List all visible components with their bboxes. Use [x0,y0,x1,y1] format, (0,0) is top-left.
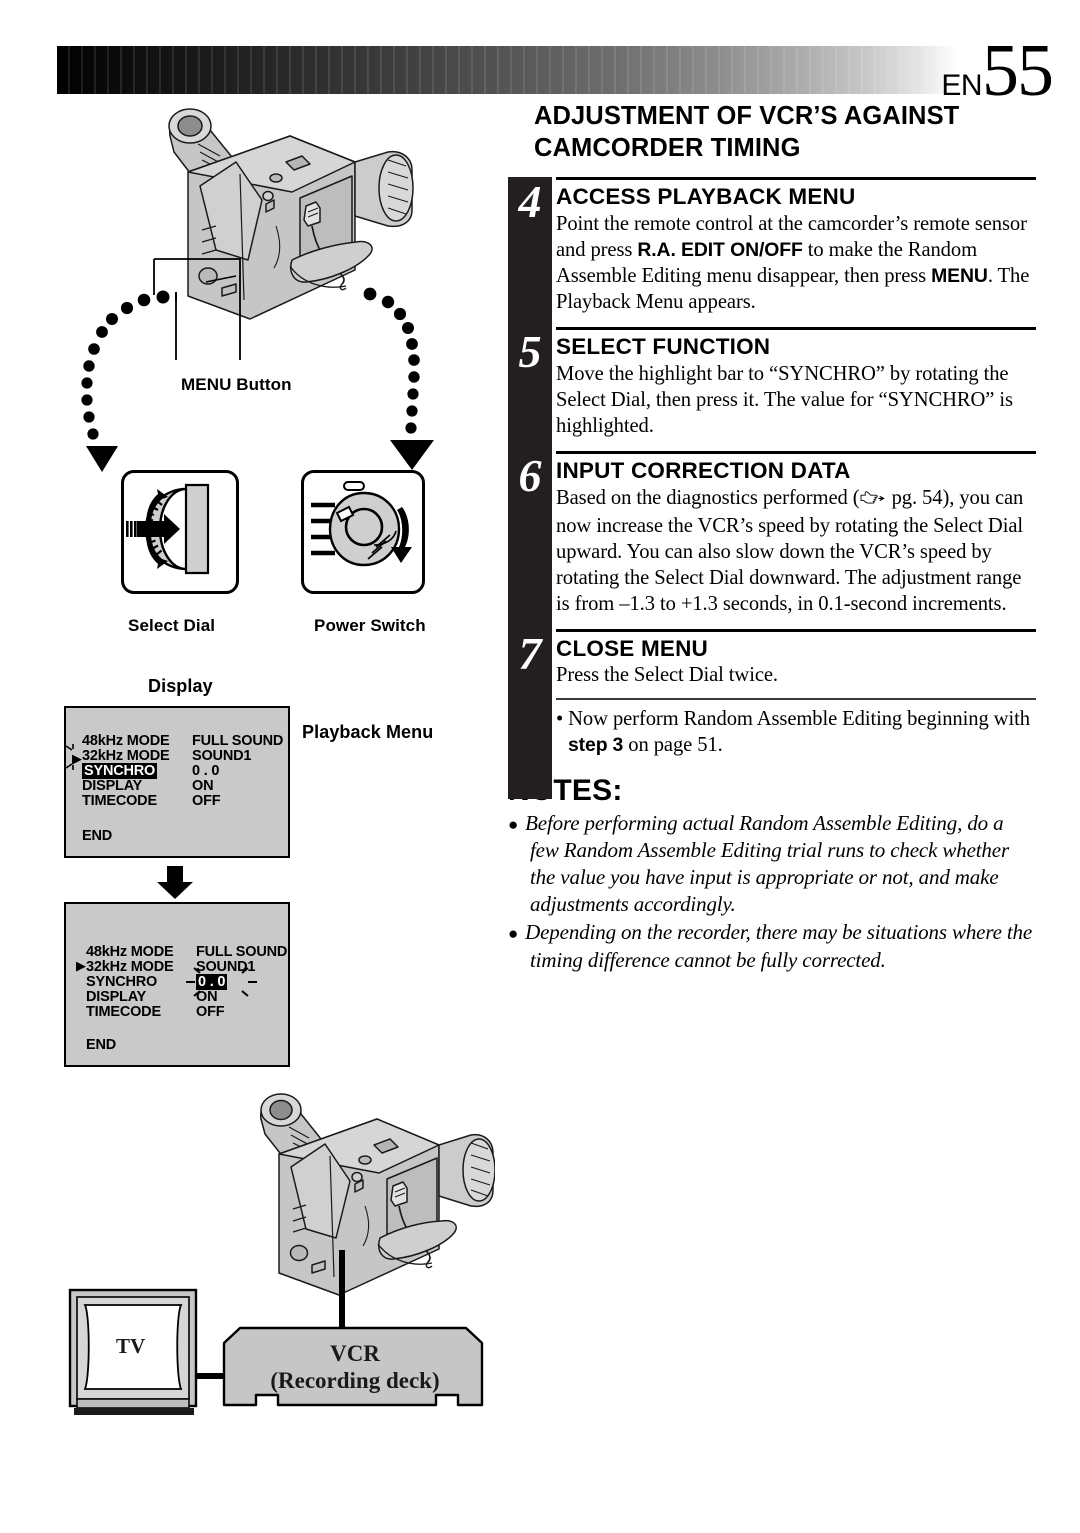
step-followup: • Now perform Random Assemble Editing be… [556,698,1036,758]
menu-end-label: END [86,1037,117,1053]
menu-row-label: TIMECODE [82,793,157,809]
vcr-label-line2: (Recording deck) [270,1367,440,1393]
select-dial-icon [126,483,210,575]
followup-text-3: on page 51. [623,734,723,757]
step-7-body: Press the Select Dial twice. [556,664,778,687]
bullet-dot-icon: ● [508,815,519,835]
note-item: ● Depending on the recorder, there may be… [508,919,1036,973]
followup-bullet: • Now perform Random Assemble Editing be… [556,706,1036,758]
step-7-heading: CLOSE MENU [556,635,709,661]
menu-row-label: 32kHz MODE [86,959,174,975]
dotted-flow-arcs [81,287,434,472]
select-dial-iconbox [121,470,239,594]
menu-row-label: 32kHz MODE [82,748,170,764]
step-5: 5 SELECT FUNCTION Move the highlight bar… [519,327,1036,439]
step-6-body: Based on the diagnostics performed ( pg.… [556,485,1036,617]
playback-menu-screen-2: ▶ 48kHz MODE FULL SOUND 32kHz MODE SOUND… [64,902,290,1067]
playback-menu-label: Playback Menu [302,722,434,742]
step-4: 4 ACCESS PLAYBACK MENU Point the remote … [519,177,1036,315]
step-4-number: 4 [518,176,542,228]
note-text: Before performing actual Random Assemble… [525,811,1009,917]
menu-end-label: END [82,828,113,844]
step-7: 7 CLOSE MENU Press the Select Dial twice… [519,628,1036,689]
section-title: ADJUSTMENT OF VCR’S AGAINST CAMCORDER TI… [534,102,960,163]
menu-row-value: OFF [192,793,221,809]
followup-text-1: • Now perform Random Assemble Editing be… [556,708,1030,731]
menu-row-value: ON [196,989,218,1005]
note-item: ● Before performing actual Random Assembl… [508,810,1036,918]
step-4-heading: ACCESS PLAYBACK MENU [556,184,856,210]
power-switch-label: Power Switch [314,616,426,635]
divider [556,177,1036,181]
step-5-body: Move the highlight bar to “SYNCHRO” by r… [556,362,1013,437]
step-4-bold-2: MENU [931,264,988,287]
step-5-number: 5 [518,326,542,378]
page-number-label: EN55 [941,34,1054,108]
blink-indicator-icon [65,744,74,770]
note-text: Depending on the recorder, there may be … [525,920,1033,972]
menu-row-label: 48kHz MODE [82,733,170,749]
menu-row-label: SYNCHRO [86,974,158,990]
followup-bold-num: 3 [612,734,624,757]
divider [556,450,1036,454]
power-switch-iconbox [301,470,425,594]
bullet-dot-icon: ● [508,924,519,944]
menu-row-label: 48kHz MODE [86,944,174,960]
followup-bold-step: step [568,734,608,757]
step-4-bold-1: R.A. EDIT ON/OFF [637,238,803,261]
step-5-heading: SELECT FUNCTION [556,334,771,360]
playback-menu-screen-1: ▶ 48kHz MODE FULL SOUND 32kHz MODE SOUND… [64,706,290,858]
menu-row-label: DISPLAY [82,778,143,794]
page-prefix: EN [941,69,982,102]
select-dial-label: Select Dial [128,616,216,635]
notes-title: NOTES: [508,774,623,808]
vcr-label-line1: VCR [330,1341,380,1366]
divider [556,628,1036,632]
tv-label: TV [116,1334,146,1358]
divider [556,327,1036,331]
menu-row-label: TIMECODE [86,1004,161,1020]
menu-cursor-icon-2: ▶ [76,958,86,973]
instructions-column: ADJUSTMENT OF VCR’S AGAINST CAMCORDER TI… [508,100,1036,975]
menu-row-value: FULL SOUND [192,733,284,749]
menu-row-value: OFF [196,1004,225,1020]
menu-row-value: 0 . 0 [192,763,220,779]
menu-row-label-highlighted: SYNCHRO [82,763,158,779]
divider [556,698,1036,701]
pointing-hand-icon [860,487,886,513]
step-6-heading: INPUT CORRECTION DATA [556,457,851,483]
menu-row-label: DISPLAY [86,989,147,1005]
step-6-reference: pg. 54) [886,486,950,509]
menu-row-value: SOUND1 [192,748,252,764]
vcr-label: VCR (Recording deck) [230,1341,480,1394]
step-7-number: 7 [518,627,542,679]
down-arrow-icon [157,866,193,899]
power-switch-icon [311,481,412,567]
menu-row-value: ON [192,778,214,794]
steps-container: 4 ACCESS PLAYBACK MENU Point the remote … [508,177,1036,800]
step-6: 6 INPUT CORRECTION DATA Based on the dia… [519,450,1036,617]
display-label: Display [148,676,213,696]
step-6-text-1: Based on the diagnostics performed ( [556,486,860,509]
step-4-body: Point the remote control at the camcorde… [556,211,1036,315]
header-gradient-band [57,46,957,94]
step-6-number: 6 [518,449,542,501]
menu-row-value: FULL SOUND [196,944,288,960]
